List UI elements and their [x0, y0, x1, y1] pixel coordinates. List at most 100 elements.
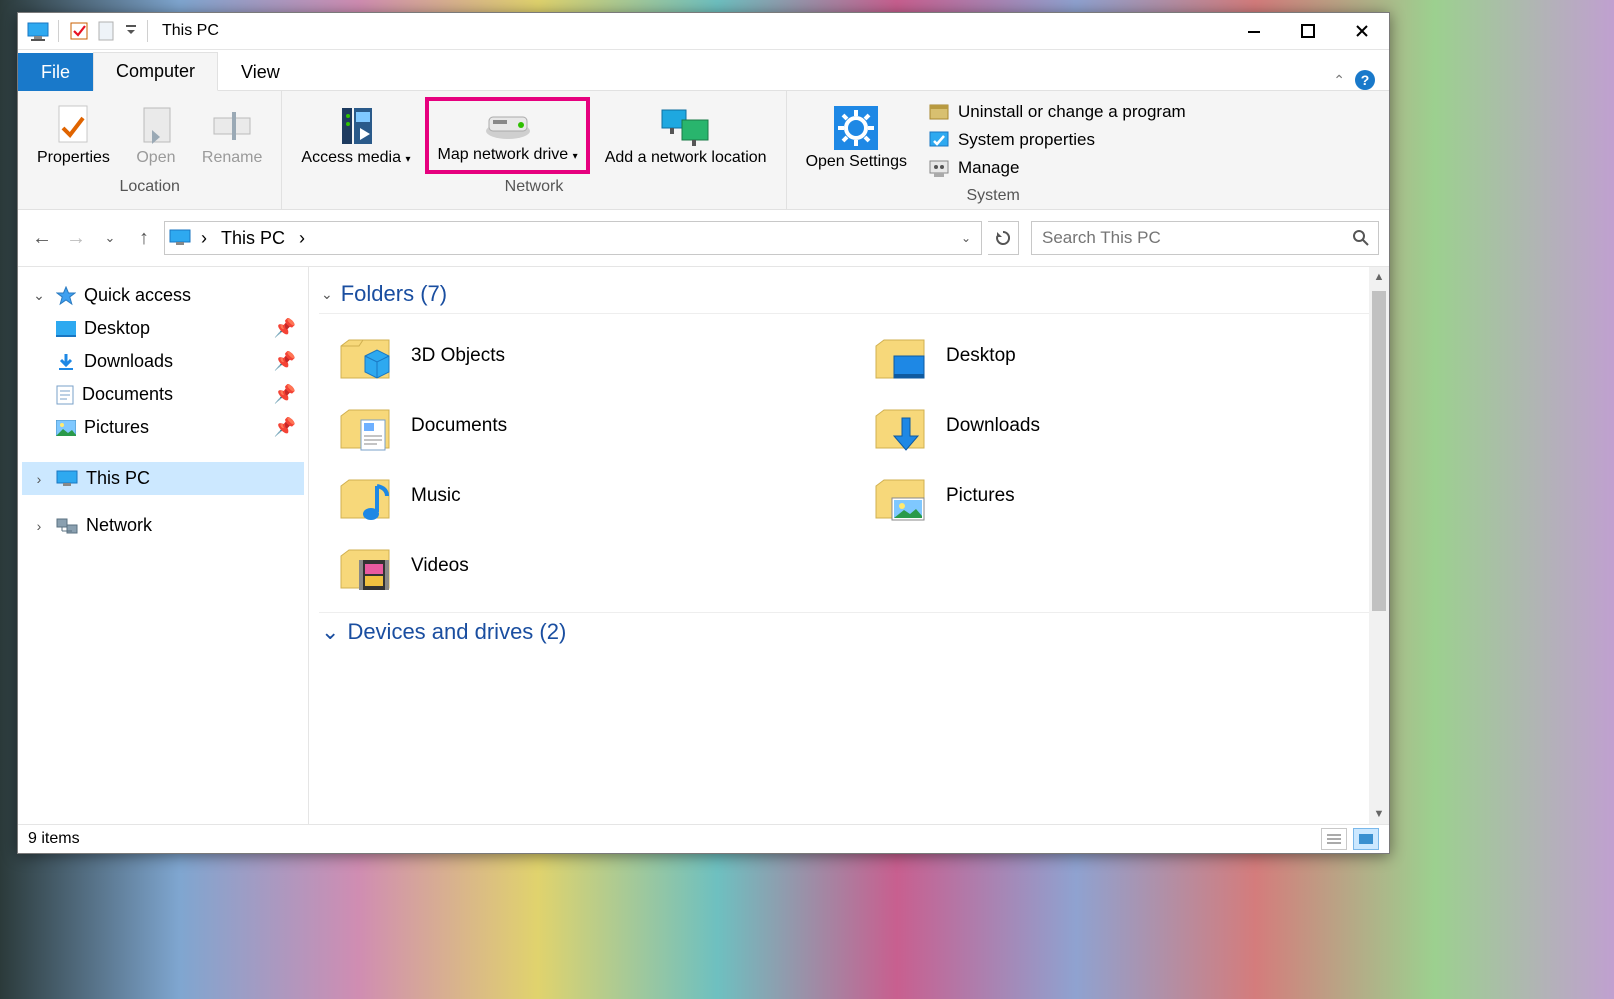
group-location-label: Location [119, 174, 180, 198]
tree-quick-access[interactable]: ⌄ Quick access [22, 279, 304, 312]
uninstall-program-button[interactable]: Uninstall or change a program [928, 101, 1186, 123]
access-media-label: Access media ▾ [301, 148, 410, 167]
scroll-up-icon[interactable]: ▲ [1369, 267, 1389, 287]
folder-label: Desktop [946, 345, 1016, 367]
qat-properties-icon[interactable] [67, 19, 91, 43]
folder-3d-objects[interactable]: 3D Objects [337, 328, 832, 384]
nav-up-button[interactable]: ↑ [130, 224, 158, 252]
tree-pictures[interactable]: Pictures 📌 [22, 411, 304, 444]
folder-label: Downloads [946, 415, 1040, 437]
folder-downloads[interactable]: Downloads [872, 398, 1367, 454]
folder-label: Music [411, 485, 461, 507]
chevron-down-icon[interactable]: ⌄ [30, 287, 48, 304]
nav-forward-button[interactable]: → [62, 224, 90, 252]
tree-downloads[interactable]: Downloads 📌 [22, 345, 304, 378]
tab-computer[interactable]: Computer [93, 52, 218, 91]
view-large-icons-button[interactable] [1353, 828, 1379, 850]
nav-back-button[interactable]: ← [28, 224, 56, 252]
vertical-scrollbar[interactable]: ▲ ▼ [1369, 267, 1389, 824]
ribbon-tabs: File Computer View ⌃ ? [18, 50, 1389, 91]
star-icon [56, 286, 76, 306]
nav-history-dropdown[interactable]: ⌄ [96, 224, 124, 252]
explorer-window: This PC File Computer View ⌃ ? [17, 12, 1390, 854]
tree-network-label: Network [86, 515, 152, 536]
folder-pictures[interactable]: Pictures [872, 468, 1367, 524]
pin-icon: 📌 [274, 351, 296, 372]
qat-newfolder-icon[interactable] [95, 19, 119, 43]
address-crumb-root[interactable]: › [197, 228, 211, 249]
tab-file[interactable]: File [18, 53, 93, 91]
open-settings-button[interactable]: Open Settings [795, 97, 918, 178]
open-button[interactable]: Open [125, 97, 187, 174]
folder-downloads-icon [872, 398, 928, 454]
uninstall-program-icon [928, 101, 950, 123]
uninstall-program-label: Uninstall or change a program [958, 102, 1186, 122]
tree-pictures-label: Pictures [84, 417, 149, 438]
pin-icon: 📌 [274, 318, 296, 339]
refresh-button[interactable] [988, 221, 1019, 255]
rename-button[interactable]: Rename [191, 97, 273, 174]
manage-icon [928, 157, 950, 179]
open-settings-label: Open Settings [806, 152, 907, 171]
rename-icon [210, 104, 254, 148]
access-media-button[interactable]: Access media ▾ [290, 97, 421, 174]
section-devices-label: Devices and drives (2) [347, 619, 566, 645]
pc-icon [56, 470, 78, 488]
folder-music[interactable]: Music [337, 468, 832, 524]
system-properties-button[interactable]: System properties [928, 129, 1186, 151]
view-details-button[interactable] [1321, 828, 1347, 850]
folder-desktop-icon [872, 328, 928, 384]
qat-customize-dropdown[interactable] [123, 19, 139, 43]
section-devices-header[interactable]: ⌄ Devices and drives (2) [319, 612, 1371, 651]
address-dropdown-icon[interactable]: ⌄ [955, 231, 977, 245]
tree-quick-access-label: Quick access [84, 285, 191, 306]
add-network-location-label: Add a network location [605, 148, 767, 167]
folder-videos[interactable]: Videos [337, 538, 832, 594]
system-properties-icon [928, 129, 950, 151]
tree-documents[interactable]: Documents 📌 [22, 378, 304, 411]
window-title: This PC [162, 22, 219, 40]
maximize-button[interactable] [1281, 13, 1335, 49]
ribbon: Properties Open Rename [18, 91, 1389, 210]
collapse-ribbon-icon[interactable]: ⌃ [1333, 72, 1345, 89]
network-icon [56, 517, 78, 535]
section-folders-header[interactable]: ⌄ Folders (7) [319, 277, 1371, 314]
scroll-down-icon[interactable]: ▼ [1369, 804, 1389, 824]
desktop-icon [56, 321, 76, 337]
help-icon[interactable]: ? [1355, 70, 1375, 90]
properties-label: Properties [37, 148, 110, 167]
manage-button[interactable]: Manage [928, 157, 1186, 179]
chevron-right-icon[interactable]: › [30, 518, 48, 534]
minimize-button[interactable] [1227, 13, 1281, 49]
address-bar[interactable]: › This PC › ⌄ [164, 221, 982, 255]
add-network-location-button[interactable]: Add a network location [594, 97, 778, 174]
chevron-down-icon: ⌄ [321, 286, 333, 303]
pin-icon: 📌 [274, 417, 296, 438]
search-box[interactable] [1031, 221, 1379, 255]
scroll-thumb[interactable] [1372, 291, 1386, 611]
folder-documents[interactable]: Documents [337, 398, 832, 454]
folder-desktop[interactable]: Desktop [872, 328, 1367, 384]
tree-this-pc[interactable]: › This PC [22, 462, 304, 495]
tree-documents-label: Documents [82, 384, 173, 405]
map-network-drive-button[interactable]: Map network drive ▾ [425, 97, 589, 174]
search-input[interactable] [1040, 227, 1352, 249]
folder-label: Documents [411, 415, 507, 437]
chevron-right-icon[interactable]: › [30, 471, 48, 487]
ribbon-group-system: Open Settings Uninstall or change a prog… [787, 91, 1200, 209]
pictures-icon [56, 420, 76, 436]
add-network-location-icon [658, 104, 714, 148]
properties-button[interactable]: Properties [26, 97, 121, 174]
address-crumb-thispc[interactable]: This PC › [217, 228, 309, 249]
close-button[interactable] [1335, 13, 1389, 49]
status-bar: 9 items [18, 824, 1389, 853]
tree-network[interactable]: › Network [22, 509, 304, 542]
folders-grid: 3D Objects Desktop Documen [319, 324, 1371, 612]
tab-view[interactable]: View [218, 53, 303, 91]
system-properties-label: System properties [958, 130, 1095, 150]
group-system-label: System [966, 183, 1019, 207]
manage-label: Manage [958, 158, 1019, 178]
tree-desktop[interactable]: Desktop 📌 [22, 312, 304, 345]
search-icon[interactable] [1352, 229, 1370, 247]
status-item-count: 9 items [28, 830, 80, 848]
